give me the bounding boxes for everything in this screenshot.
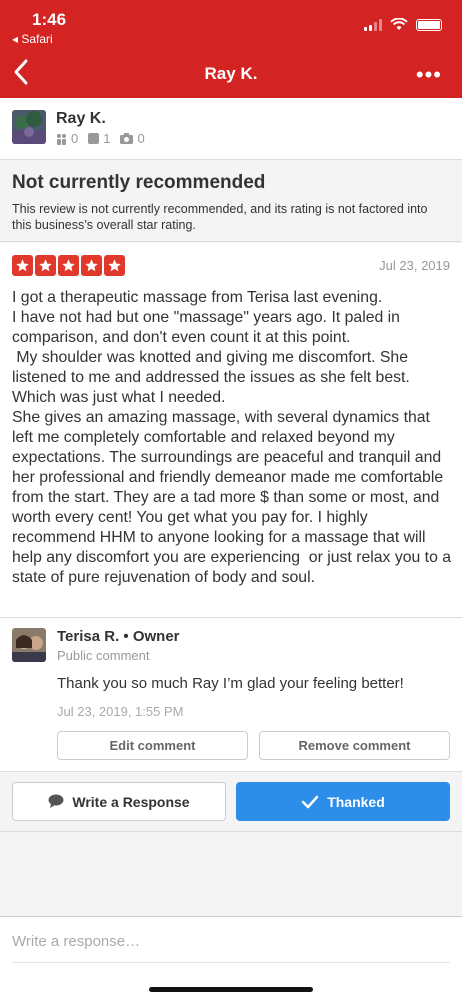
star-icon xyxy=(81,255,102,276)
more-options-button[interactable]: ••• xyxy=(416,62,442,88)
write-response-label: Write a Response xyxy=(72,793,190,810)
friends-icon xyxy=(57,133,66,145)
reviewer-row[interactable]: Ray K. 0 1 0 xyxy=(0,98,462,160)
star-rating xyxy=(12,255,125,276)
status-icons xyxy=(364,18,442,31)
reviews-count: 1 xyxy=(103,131,111,146)
not-recommended-notice: Not currently recommended This review is… xyxy=(0,160,462,242)
thanked-label: Thanked xyxy=(327,793,385,810)
owner-name: Terisa R. • Owner xyxy=(57,628,180,645)
friends-count: 0 xyxy=(71,131,79,146)
star-icon xyxy=(58,255,79,276)
page-title: Ray K. xyxy=(204,64,258,83)
star-icon xyxy=(104,255,125,276)
owner-comment-date: Jul 23, 2019, 1:55 PM xyxy=(57,704,184,719)
battery-icon xyxy=(416,18,442,31)
camera-icon xyxy=(120,133,134,144)
star-icon xyxy=(12,255,33,276)
owner-comment: Terisa R. • Owner Public comment Thank y… xyxy=(0,618,462,772)
owner-comment-type: Public comment xyxy=(57,648,150,663)
owner-comment-text: Thank you so much Ray I’m glad your feel… xyxy=(57,675,404,692)
header: 1:46 ◂ Safari Ray K. ••• xyxy=(0,0,462,98)
signal-icon xyxy=(364,18,382,31)
owner-avatar xyxy=(12,628,46,662)
notice-text: This review is not currently recommended… xyxy=(12,202,428,232)
photos-count: 0 xyxy=(137,131,145,146)
notice-title: Not currently recommended xyxy=(12,172,266,193)
home-indicator xyxy=(149,987,313,992)
star-icon xyxy=(35,255,56,276)
reviewer-avatar xyxy=(12,110,46,144)
remove-comment-button[interactable]: Remove comment xyxy=(259,731,450,760)
back-to-safari-link[interactable]: ◂ Safari xyxy=(12,32,53,46)
reviewer-stats: 0 1 0 xyxy=(56,131,145,146)
review-text: I got a therapeutic massage from Terisa … xyxy=(12,289,452,586)
write-response-button[interactable]: Write a Response xyxy=(12,782,226,821)
checkmark-icon xyxy=(301,795,319,808)
reviewer-name: Ray K. xyxy=(56,110,106,127)
edit-comment-button[interactable]: Edit comment xyxy=(57,731,248,760)
review-card: Jul 23, 2019 I got a therapeutic massage… xyxy=(0,243,462,618)
input-divider xyxy=(12,962,450,963)
owner-name-text: Terisa R. xyxy=(57,628,120,645)
response-bar xyxy=(0,916,462,1000)
wifi-icon xyxy=(390,18,408,30)
reviews-icon xyxy=(88,133,100,144)
thanked-button[interactable]: Thanked xyxy=(236,782,450,821)
owner-role: • Owner xyxy=(123,628,180,645)
review-date: Jul 23, 2019 xyxy=(379,258,450,273)
status-time: 1:46 xyxy=(32,10,67,29)
response-input[interactable] xyxy=(12,929,450,953)
speech-bubble-icon xyxy=(48,794,64,808)
review-actions: Write a Response Thanked xyxy=(0,772,462,832)
